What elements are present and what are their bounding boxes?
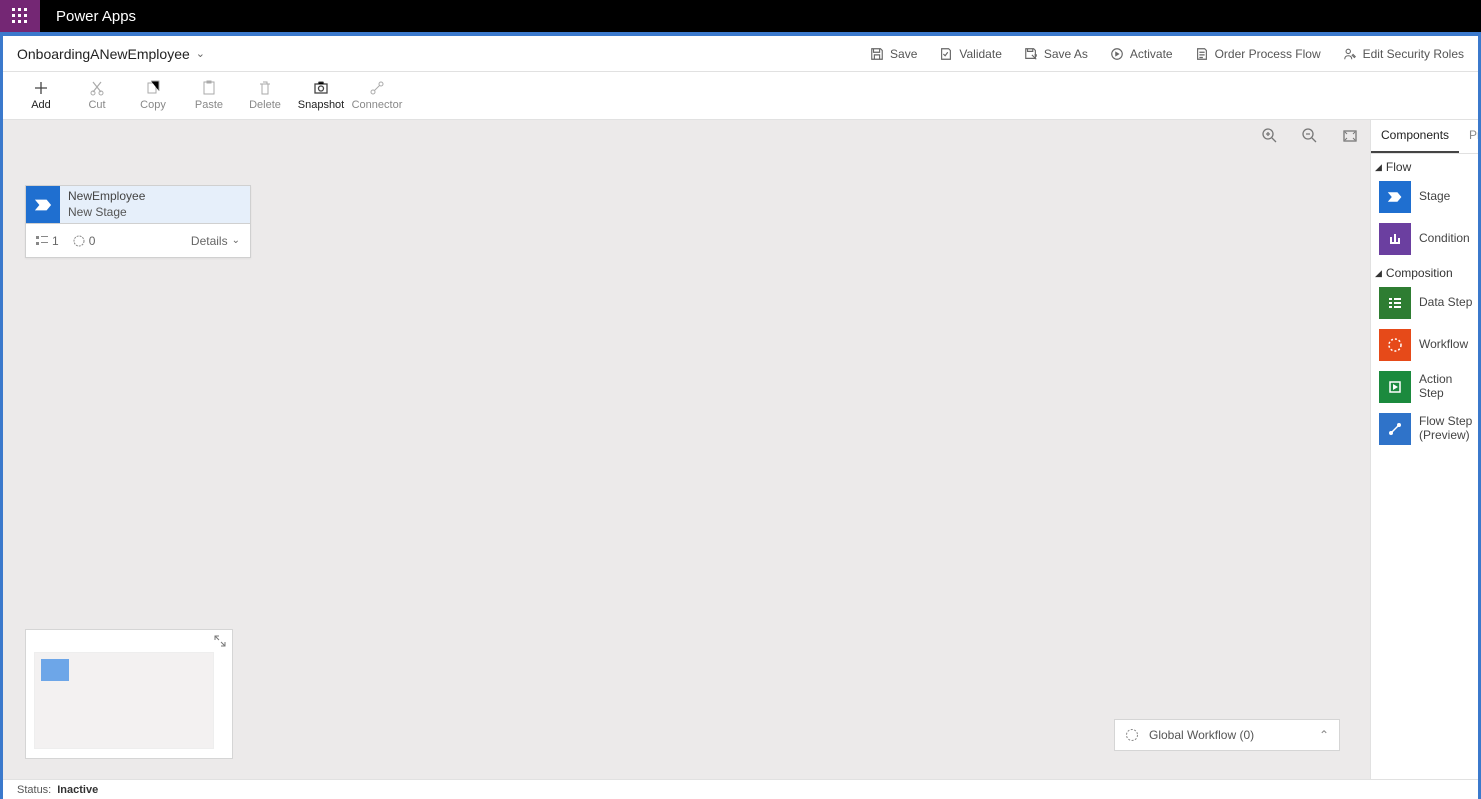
save-as-icon <box>1024 47 1038 61</box>
zoom-in-button[interactable] <box>1262 128 1278 144</box>
component-flow-step[interactable]: Flow Step (Preview) <box>1371 408 1478 450</box>
paste-button[interactable]: Paste <box>181 80 237 111</box>
activate-button[interactable]: Activate <box>1110 47 1173 61</box>
waffle-icon <box>12 8 28 24</box>
copy-icon <box>145 80 161 96</box>
connector-button[interactable]: Connector <box>349 80 405 111</box>
section-flow[interactable]: ◢Flow <box>1371 154 1478 176</box>
condition-icon <box>1379 223 1411 255</box>
delete-button[interactable]: Delete <box>237 80 293 111</box>
process-name: OnboardingANewEmployee <box>17 46 190 62</box>
design-canvas[interactable]: NewEmployee New Stage 1 0 Detai <box>3 120 1370 799</box>
status-label: Status: <box>17 784 51 796</box>
component-condition[interactable]: Condition <box>1371 218 1478 260</box>
add-button[interactable]: Add <box>13 80 69 111</box>
stage-step-count: 1 <box>36 234 59 248</box>
app-launcher[interactable] <box>0 0 40 32</box>
zoom-out-button[interactable] <box>1302 128 1318 144</box>
brand-name: Power Apps <box>40 8 152 25</box>
workflow-icon <box>1125 728 1139 742</box>
snapshot-button[interactable]: Snapshot <box>293 80 349 111</box>
stage-tile-icon <box>26 186 60 223</box>
minimap-expand-icon[interactable] <box>214 634 226 652</box>
workflow-icon <box>1379 329 1411 361</box>
cut-icon <box>89 80 105 96</box>
stage-name: New Stage <box>68 205 145 221</box>
process-name-dropdown[interactable]: OnboardingANewEmployee ⌄ <box>17 46 205 62</box>
paste-icon <box>201 80 217 96</box>
stage-icon <box>1379 181 1411 213</box>
tab-properties[interactable]: Pr <box>1459 120 1478 153</box>
chevron-down-icon: ⌄ <box>196 47 205 60</box>
section-composition[interactable]: ◢Composition <box>1371 260 1478 282</box>
stage-details-toggle[interactable]: Details ⌄ <box>191 234 240 248</box>
delete-icon <box>257 80 273 96</box>
edit-security-roles-button[interactable]: Edit Security Roles <box>1343 47 1464 61</box>
component-workflow[interactable]: Workflow <box>1371 324 1478 366</box>
validate-icon <box>939 47 953 61</box>
global-workflow-bar[interactable]: Global Workflow (0) ⌃ <box>1114 719 1340 751</box>
status-bar: Status: Inactive <box>3 779 1478 799</box>
chevron-down-icon: ⌄ <box>232 235 240 246</box>
action-step-icon <box>1379 371 1411 403</box>
stage-tile[interactable]: NewEmployee New Stage 1 0 Detai <box>25 185 251 258</box>
component-stage[interactable]: Stage <box>1371 176 1478 218</box>
component-action-step[interactable]: Action Step <box>1371 366 1478 408</box>
connector-icon <box>369 80 385 96</box>
global-workflow-label: Global Workflow (0) <box>1149 728 1254 742</box>
save-as-button[interactable]: Save As <box>1024 47 1088 61</box>
chevron-up-icon[interactable]: ⌃ <box>1319 728 1329 742</box>
order-process-flow-button[interactable]: Order Process Flow <box>1195 47 1321 61</box>
minimap[interactable] <box>25 629 233 759</box>
copy-button[interactable]: Copy <box>125 80 181 111</box>
cut-button[interactable]: Cut <box>69 80 125 111</box>
validate-button[interactable]: Validate <box>939 47 1001 61</box>
save-button[interactable]: Save <box>870 47 917 61</box>
tab-components[interactable]: Components <box>1371 120 1459 153</box>
security-icon <box>1343 47 1357 61</box>
minimap-stage-marker <box>41 659 69 681</box>
flow-step-icon <box>1379 413 1411 445</box>
minimap-viewport[interactable] <box>34 652 214 749</box>
order-icon <box>1195 47 1209 61</box>
component-data-step[interactable]: Data Step <box>1371 282 1478 324</box>
stage-entity: NewEmployee <box>68 189 145 205</box>
fit-to-screen-button[interactable] <box>1342 128 1358 144</box>
data-step-icon <box>1379 287 1411 319</box>
snapshot-icon <box>313 80 329 96</box>
activate-icon <box>1110 47 1124 61</box>
add-icon <box>33 80 49 96</box>
status-value: Inactive <box>57 784 98 796</box>
components-panel: Components Pr ◢Flow Stage Condition ◢Com… <box>1370 120 1478 799</box>
save-icon <box>870 47 884 61</box>
stage-workflow-count: 0 <box>73 234 96 248</box>
